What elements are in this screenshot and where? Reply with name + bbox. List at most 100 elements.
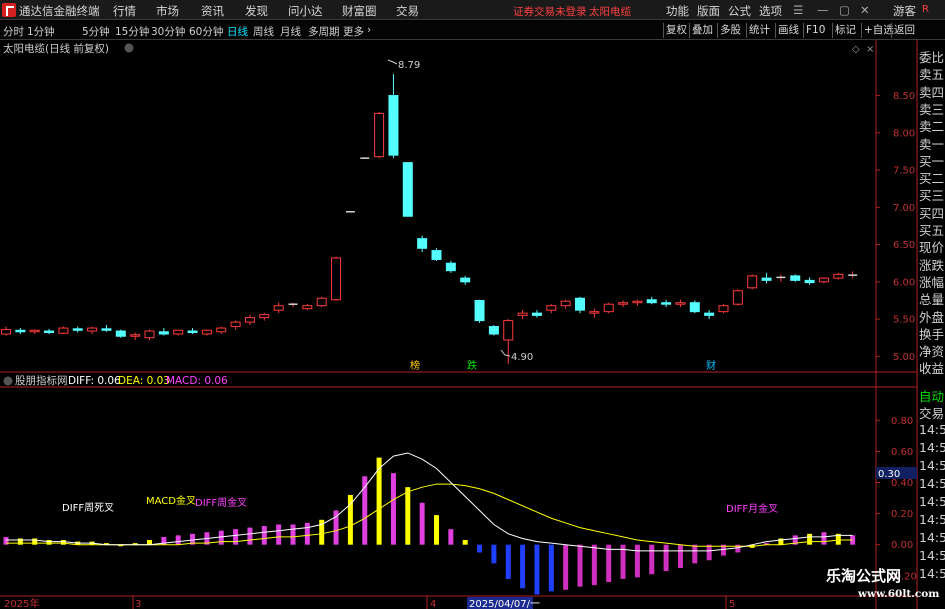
macd-bar — [577, 544, 583, 587]
macd-tick-label: 0.80 — [891, 416, 913, 427]
high-pointer — [387, 59, 398, 65]
macd-bar — [563, 544, 569, 590]
marker-fall[interactable]: 跌 — [467, 359, 477, 372]
crosshair-date: 2025/04/07/一 — [469, 599, 540, 609]
candle — [603, 302, 614, 314]
macd-bar — [290, 524, 296, 545]
side-item[interactable]: 涨跌 — [919, 255, 945, 274]
macd-bar — [419, 502, 425, 545]
candle — [833, 272, 844, 280]
macd-bar — [261, 526, 267, 545]
annotation-diff-weekly-golden: DIFF周金叉 — [195, 496, 247, 509]
macd-bar — [448, 529, 454, 545]
side-item[interactable]: 涨幅 — [919, 272, 945, 291]
side-item[interactable]: 卖一 — [919, 134, 945, 153]
macd-bar — [17, 538, 23, 545]
candle — [101, 325, 112, 332]
candle — [115, 329, 126, 338]
side-item[interactable]: 净资 — [919, 341, 945, 360]
close-chart-icon[interactable]: × — [866, 44, 874, 55]
side-item[interactable]: 收益 — [919, 358, 945, 377]
side-item[interactable]: 总量 — [919, 289, 945, 308]
candle — [374, 111, 385, 159]
macd-bar — [462, 540, 468, 545]
side-item[interactable]: 外盘 — [919, 307, 945, 326]
side-item[interactable]: 换手 — [919, 324, 945, 343]
chart-title: 太阳电缆(日线 前复权) — [3, 42, 109, 55]
candle — [804, 277, 815, 285]
marker-finance[interactable]: 财 — [706, 359, 716, 372]
price-tick-label: 5.50 — [893, 315, 915, 326]
candle — [718, 304, 729, 314]
side-item[interactable]: 委比 — [919, 47, 945, 66]
watermark-title: 乐淘公式网 — [826, 567, 902, 585]
marker-rank[interactable]: 榜 — [410, 359, 420, 372]
side-item[interactable]: 卖三 — [919, 99, 945, 118]
dea-label: DEA: 0.03 — [118, 375, 170, 387]
pin-icon[interactable]: ◇ — [852, 44, 860, 55]
macd-bar — [807, 533, 813, 545]
annotation-diff-weekly-death: DIFF周死叉 — [62, 502, 114, 514]
price-tick-label: 8.00 — [893, 128, 915, 139]
side-item[interactable]: 卖二 — [919, 116, 945, 135]
price-tick-label: 5.00 — [893, 352, 915, 363]
candle — [474, 299, 485, 323]
candle — [360, 157, 370, 159]
candle — [216, 326, 227, 335]
candle — [44, 328, 55, 335]
candle — [646, 296, 657, 305]
macd-histogram — [3, 457, 856, 595]
macd-bar — [692, 544, 698, 564]
annotation-diff-monthly-golden: DIFF月金叉 — [726, 502, 778, 515]
annotation-macd-golden: MACD金叉 — [146, 494, 196, 507]
indicator-settings-icon[interactable] — [3, 376, 13, 386]
dea-line — [6, 483, 853, 547]
candle — [173, 329, 184, 336]
macd-bar — [477, 544, 483, 553]
chart-settings-icon[interactable] — [124, 43, 134, 53]
macd-bar — [175, 535, 181, 545]
candle — [560, 299, 571, 309]
candle — [273, 302, 284, 314]
candle — [302, 304, 313, 311]
macd-label: MACD: 0.06 — [166, 375, 228, 387]
macd-bar — [32, 538, 38, 545]
indicator-name: 股朋指标网 — [15, 374, 68, 387]
trade-time: 14:56 — [919, 440, 945, 455]
current-value: 0.30 — [878, 469, 900, 480]
candle — [704, 310, 715, 320]
high-label: 8.79 — [398, 60, 420, 71]
candle — [618, 300, 629, 308]
low-label: 4.90 — [511, 352, 533, 363]
candle — [488, 325, 499, 336]
candle — [58, 326, 69, 335]
side-item[interactable]: 买二 — [919, 168, 945, 187]
trade-time: 14:56 — [919, 530, 945, 545]
candles — [1, 73, 858, 364]
candle — [818, 277, 829, 284]
side-item[interactable]: 卖四 — [919, 82, 945, 101]
trade-time: 14:56 — [919, 458, 945, 473]
candle — [201, 329, 212, 336]
kline-chart[interactable]: 太阳电缆(日线 前复权) ◇ × 8.50 8.00 7.50 7.00 6.50 6.0… — [0, 0, 945, 609]
macd-bar — [677, 544, 683, 569]
price-tick-label: 6.50 — [893, 240, 915, 251]
macd-bar — [276, 524, 282, 545]
watermark-url: www.60lt.com — [858, 588, 940, 600]
macd-bar — [218, 530, 224, 545]
side-item[interactable]: 卖五 — [919, 64, 945, 83]
candle — [417, 235, 428, 253]
side-item[interactable]: 买四 — [919, 203, 945, 222]
macd-bar — [434, 515, 439, 545]
macd-bar — [233, 529, 239, 545]
side-item[interactable]: 现价 — [919, 237, 945, 256]
side-item[interactable]: 买五 — [919, 220, 945, 239]
trade-label[interactable]: 交易 — [919, 403, 945, 422]
side-item[interactable]: 买三 — [919, 185, 945, 204]
candle — [546, 304, 557, 314]
trade-time: 14:56 — [919, 512, 945, 527]
side-item[interactable]: 买一 — [919, 151, 945, 170]
candle — [331, 256, 342, 302]
candle — [388, 73, 399, 159]
macd-tick-label: 0.20 — [891, 509, 913, 520]
